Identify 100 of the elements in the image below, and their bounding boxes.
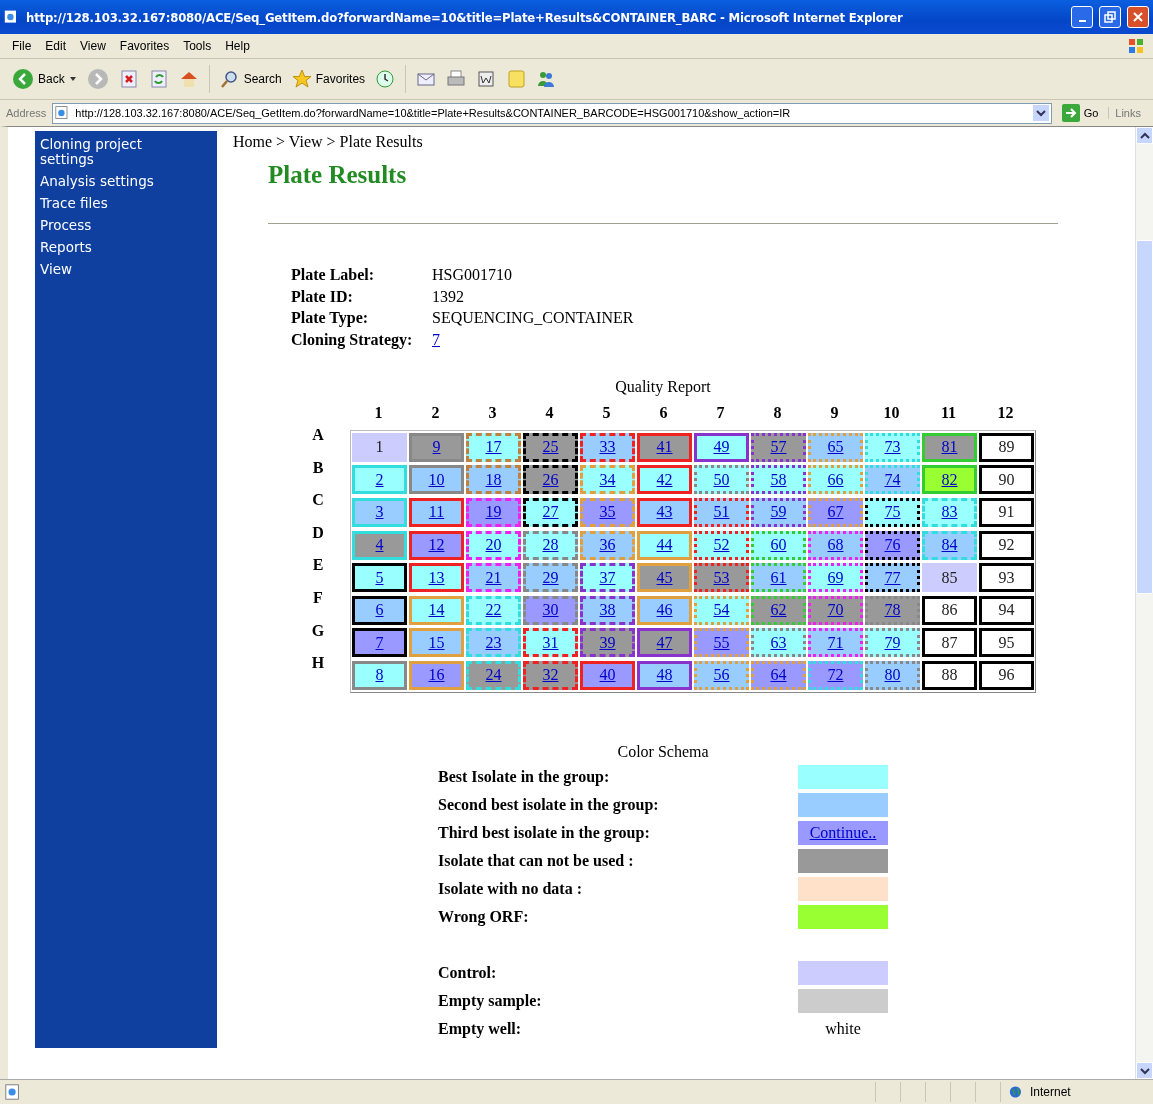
plate-well[interactable]: 39 <box>580 628 635 658</box>
well-link[interactable]: 11 <box>428 503 445 522</box>
well-link[interactable]: 28 <box>542 536 559 555</box>
menu-item[interactable]: File <box>6 37 38 55</box>
plate-well[interactable]: 84 <box>922 530 977 560</box>
plate-well[interactable]: 51 <box>694 498 749 527</box>
plate-well[interactable]: 64 <box>751 660 806 690</box>
plate-well[interactable]: 16 <box>409 660 464 690</box>
plate-well[interactable]: 68 <box>808 530 863 560</box>
plate-well[interactable]: 79 <box>865 628 920 658</box>
plate-well[interactable]: 17 <box>466 432 521 462</box>
plate-well[interactable]: 53 <box>694 563 749 593</box>
well-link[interactable]: 78 <box>884 601 901 620</box>
well-link[interactable]: 55 <box>713 633 730 652</box>
plate-well[interactable]: 55 <box>694 628 749 658</box>
plate-well[interactable]: 30 <box>523 595 578 625</box>
minimize-button[interactable] <box>1071 6 1093 28</box>
well-link[interactable]: 70 <box>827 601 844 620</box>
well-link[interactable]: 83 <box>941 503 958 522</box>
well-link[interactable]: 67 <box>827 503 844 522</box>
plate-well[interactable]: 37 <box>580 563 635 593</box>
plate-well[interactable]: 8 <box>352 660 407 690</box>
continue-link[interactable]: Continue.. <box>798 820 888 845</box>
plate-well[interactable]: 61 <box>751 563 806 593</box>
well-link[interactable]: 30 <box>542 601 559 620</box>
scroll-up-icon[interactable] <box>1139 131 1150 140</box>
plate-well[interactable]: 77 <box>865 563 920 593</box>
well-link[interactable]: 22 <box>485 601 502 620</box>
well-link[interactable]: 5 <box>375 568 384 587</box>
well-link[interactable]: 16 <box>428 666 445 685</box>
well-link[interactable]: 68 <box>827 536 844 555</box>
well-link[interactable]: 34 <box>599 470 616 489</box>
plate-well[interactable]: 44 <box>637 530 692 560</box>
plate-well[interactable]: 32 <box>523 660 578 690</box>
well-link[interactable]: 14 <box>428 601 445 620</box>
well-link[interactable]: 24 <box>485 666 502 685</box>
well-link[interactable]: 48 <box>656 666 673 685</box>
well-link[interactable]: 50 <box>713 470 730 489</box>
go-button[interactable]: Go <box>1057 104 1103 122</box>
well-link[interactable]: 2 <box>375 470 384 489</box>
favorites-button[interactable]: Favorites <box>289 67 368 91</box>
well-link[interactable]: 6 <box>375 601 384 620</box>
plate-well[interactable]: 22 <box>466 595 521 625</box>
plate-well[interactable]: 71 <box>808 628 863 658</box>
well-link[interactable]: 66 <box>827 470 844 489</box>
well-link[interactable]: 26 <box>542 470 559 489</box>
well-link[interactable]: 29 <box>542 568 559 587</box>
well-link[interactable]: 56 <box>713 666 730 685</box>
scroll-down-icon[interactable] <box>1139 1066 1150 1075</box>
well-link[interactable]: 12 <box>428 536 445 555</box>
well-link[interactable]: 75 <box>884 503 901 522</box>
well-link[interactable]: 43 <box>656 503 673 522</box>
well-link[interactable]: 45 <box>656 568 673 587</box>
plate-well[interactable]: 2 <box>352 465 407 495</box>
well-link[interactable]: 21 <box>485 568 502 587</box>
well-link[interactable]: 59 <box>770 503 787 522</box>
plate-well[interactable]: 83 <box>922 498 977 527</box>
well-link[interactable]: 57 <box>770 438 787 457</box>
well-link[interactable]: 46 <box>656 601 673 620</box>
plate-well[interactable]: 20 <box>466 530 521 560</box>
well-link[interactable]: 47 <box>656 633 673 652</box>
links-button[interactable]: Links <box>1108 107 1147 119</box>
plate-well[interactable]: 23 <box>466 628 521 658</box>
menu-item[interactable]: Favorites <box>113 37 176 55</box>
plate-well[interactable]: 80 <box>865 660 920 690</box>
plate-well[interactable]: 78 <box>865 595 920 625</box>
well-link[interactable]: 76 <box>884 536 901 555</box>
plate-well[interactable]: 57 <box>751 432 806 462</box>
plate-well[interactable]: 63 <box>751 628 806 658</box>
plate-well[interactable]: 18 <box>466 465 521 495</box>
plate-well[interactable]: 19 <box>466 498 521 527</box>
plate-well[interactable]: 15 <box>409 628 464 658</box>
well-link[interactable]: 27 <box>542 503 559 522</box>
plate-well[interactable]: 52 <box>694 530 749 560</box>
plate-well[interactable]: 33 <box>580 432 635 462</box>
back-button[interactable]: Back <box>10 66 79 92</box>
well-link[interactable]: 62 <box>770 601 787 620</box>
well-link[interactable]: 41 <box>656 438 673 457</box>
address-field[interactable]: http://128.103.32.167:8080/ACE/Seq_GetItem.do?forwardName=10&title=Plate+Results&CONTAINER_BARCODE=HSG001710&show_action=IR <box>52 102 1052 124</box>
info-link[interactable]: 7 <box>432 328 440 350</box>
well-link[interactable]: 49 <box>713 438 730 457</box>
well-link[interactable]: 51 <box>713 503 730 522</box>
restore-button[interactable] <box>1099 6 1121 28</box>
well-link[interactable]: 18 <box>485 470 502 489</box>
menu-item[interactable]: Edit <box>39 37 73 55</box>
well-link[interactable]: 65 <box>827 438 844 457</box>
plate-well[interactable]: 42 <box>637 465 692 495</box>
plate-well[interactable]: 66 <box>808 465 863 495</box>
plate-well[interactable]: 54 <box>694 595 749 625</box>
plate-well[interactable]: 45 <box>637 563 692 593</box>
well-link[interactable]: 13 <box>428 568 445 587</box>
well-link[interactable]: 19 <box>485 503 502 522</box>
plate-well[interactable]: 34 <box>580 465 635 495</box>
well-link[interactable]: 39 <box>599 633 616 652</box>
well-link[interactable]: 25 <box>542 438 559 457</box>
plate-well[interactable]: 60 <box>751 530 806 560</box>
plate-well[interactable]: 9 <box>409 432 464 462</box>
plate-well[interactable]: 70 <box>808 595 863 625</box>
plate-well[interactable]: 29 <box>523 563 578 593</box>
well-link[interactable]: 82 <box>941 470 958 489</box>
